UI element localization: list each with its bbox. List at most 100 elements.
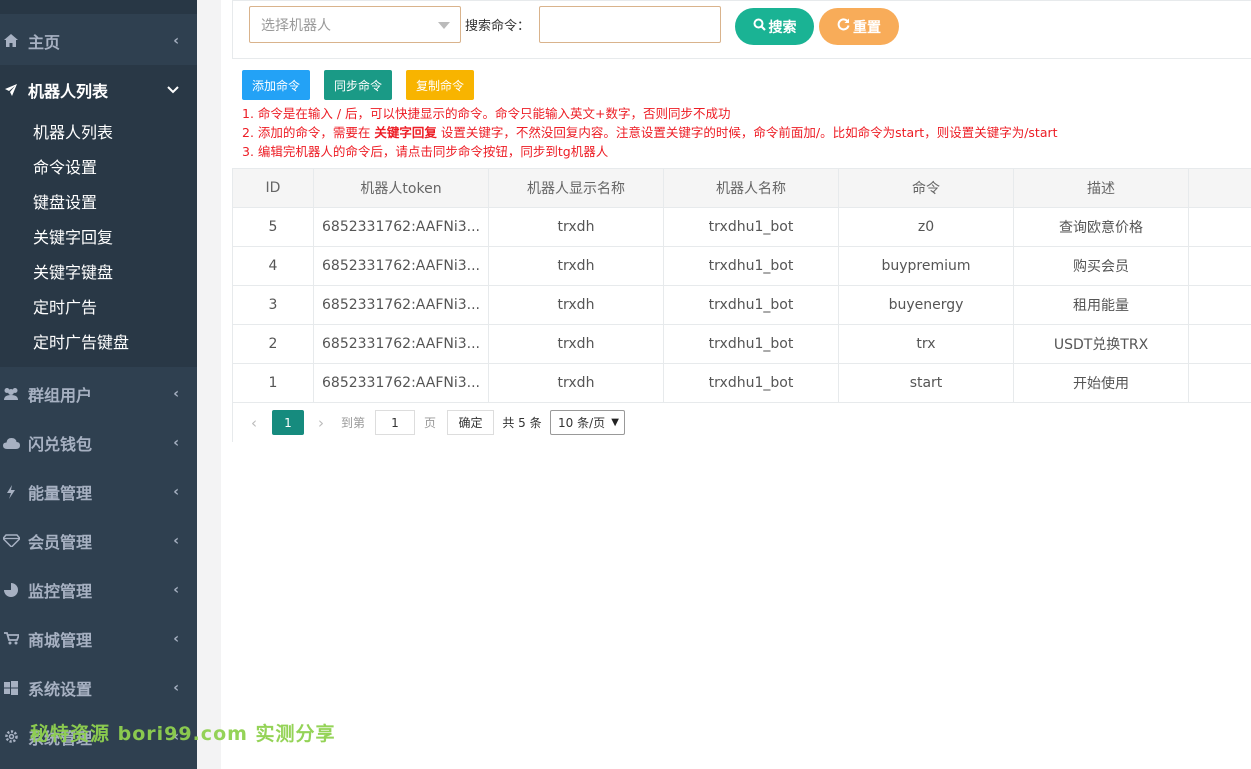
users-icon	[2, 387, 20, 400]
caret-down-icon	[438, 22, 450, 29]
cell-id: 1	[232, 363, 314, 403]
cell-remark	[1188, 363, 1251, 403]
sidebar-item-members[interactable]: 会员管理 ‹	[0, 516, 197, 565]
current-page-button[interactable]: 1	[272, 410, 304, 435]
cell-command: buypremium	[838, 246, 1014, 286]
sidebar-item-energy[interactable]: 能量管理 ‹	[0, 467, 197, 516]
confirm-page-button[interactable]: 确定	[447, 410, 494, 435]
sidebar-item-flash-wallet[interactable]: 闪兑钱包 ‹	[0, 418, 197, 467]
command-table: ID 机器人token 机器人显示名称 机器人名称 命令 描述 备 5 6852…	[232, 168, 1251, 403]
page-label: 页	[423, 416, 436, 430]
submenu-item-command-settings[interactable]: 命令设置	[33, 148, 97, 183]
column-header-token[interactable]: 机器人token	[313, 168, 489, 208]
reset-button[interactable]: 重置	[819, 8, 899, 45]
submenu-item-keyboard-settings[interactable]: 键盘设置	[33, 183, 97, 218]
sidebar-item-home[interactable]: 主页 ‹	[0, 16, 197, 65]
command-table-wrapper: ID 机器人token 机器人显示名称 机器人名称 命令 描述 备 5 6852…	[232, 168, 1251, 403]
sidebar-item-monitor[interactable]: 监控管理 ‹	[0, 565, 197, 614]
robot-select[interactable]: 选择机器人	[249, 6, 461, 43]
sidebar-submenu: 机器人列表 命令设置 键盘设置 关键字回复 关键字键盘 定时广告 定时广告键盘	[0, 113, 197, 367]
sidebar-item-robot-list[interactable]: 机器人列表	[0, 65, 197, 114]
sidebar: 主页 ‹ 机器人列表 机器人列表 命令设置 键盘设置 关键字回复 关键字键盘 定…	[0, 0, 197, 769]
table-row[interactable]: 2 6852331762:AAFNi3... trxdh trxdhu1_bot…	[232, 324, 1251, 364]
chevron-left-icon: ‹	[173, 679, 179, 696]
search-button[interactable]: 搜索	[735, 8, 814, 45]
column-header-display-name[interactable]: 机器人显示名称	[488, 168, 664, 208]
copy-command-button[interactable]: 复制命令	[406, 70, 474, 100]
cell-description: 购买会员	[1013, 246, 1189, 286]
cell-command: buyenergy	[838, 285, 1014, 325]
column-header-command[interactable]: 命令	[838, 168, 1014, 208]
search-button-label: 搜索	[768, 19, 797, 36]
chevron-left-icon: ‹	[173, 532, 179, 549]
cell-token: 6852331762:AAFNi3...	[313, 246, 489, 286]
next-page-icon[interactable]: ›	[314, 410, 328, 435]
cell-id: 2	[232, 324, 314, 364]
bolt-icon	[2, 484, 20, 499]
prev-page-icon[interactable]: ‹	[247, 410, 261, 435]
column-header-robot-name[interactable]: 机器人名称	[663, 168, 839, 208]
cell-command: z0	[838, 207, 1014, 247]
note-line-2-post: 设置关键字，不然没回复内容。注意设置关键字的时候，命令前面加/。比如命令为sta…	[436, 125, 1058, 140]
note-line-2: 2. 添加的命令，需要在 关键字回复 设置关键字，不然没回复内容。注意设置关键字…	[242, 122, 1058, 141]
table-row[interactable]: 3 6852331762:AAFNi3... trxdh trxdhu1_bot…	[232, 285, 1251, 325]
cell-display-name: trxdh	[488, 246, 664, 286]
cell-id: 4	[232, 246, 314, 286]
column-header-id[interactable]: ID	[232, 168, 314, 208]
submenu-item-keyword-reply[interactable]: 关键字回复	[33, 218, 113, 253]
cell-remark	[1188, 207, 1251, 247]
cell-command: start	[838, 363, 1014, 403]
sidebar-item-label: 能量管理	[28, 483, 93, 503]
sidebar-item-system-settings[interactable]: 系统设置 ‹	[0, 663, 197, 712]
column-header-remark[interactable]: 备	[1188, 168, 1251, 208]
column-header-description[interactable]: 描述	[1013, 168, 1189, 208]
search-command-input[interactable]	[539, 6, 721, 43]
cell-display-name: trxdh	[488, 207, 664, 247]
add-command-button[interactable]: 添加命令	[242, 70, 310, 100]
chevron-down-icon: ▼	[611, 417, 619, 428]
pie-chart-icon	[2, 582, 20, 597]
table-row[interactable]: 1 6852331762:AAFNi3... trxdh trxdhu1_bot…	[232, 363, 1251, 403]
submenu-item-scheduled-ads-keyboard[interactable]: 定时广告键盘	[33, 323, 129, 358]
chevron-left-icon: ‹	[173, 630, 179, 647]
sidebar-item-shop[interactable]: 商城管理 ‹	[0, 614, 197, 663]
sidebar-item-label: 机器人列表	[28, 81, 109, 101]
table-row[interactable]: 5 6852331762:AAFNi3... trxdh trxdhu1_bot…	[232, 207, 1251, 247]
chevron-left-icon: ‹	[173, 32, 179, 49]
robot-select-placeholder: 选择机器人	[261, 17, 331, 34]
cell-display-name: trxdh	[488, 285, 664, 325]
goto-label: 到第	[340, 416, 365, 430]
cell-robot-name: trxdhu1_bot	[663, 207, 839, 247]
goto-page-input[interactable]: 1	[375, 410, 415, 435]
cell-robot-name: trxdhu1_bot	[663, 363, 839, 403]
sidebar-item-group-users[interactable]: 群组用户 ‹	[0, 369, 197, 418]
cell-robot-name: trxdhu1_bot	[663, 285, 839, 325]
chevron-left-icon: ‹	[173, 385, 179, 402]
cell-token: 6852331762:AAFNi3...	[313, 363, 489, 403]
cart-icon	[2, 632, 20, 645]
submenu-item-robot-list[interactable]: 机器人列表	[33, 113, 113, 148]
submenu-item-scheduled-ads[interactable]: 定时广告	[33, 288, 97, 323]
sidebar-item-label: 监控管理	[28, 581, 93, 601]
page-size-select[interactable]: 10 条/页 ▼	[550, 410, 625, 435]
cell-robot-name: trxdhu1_bot	[663, 246, 839, 286]
page-size-value: 10 条/页	[558, 416, 606, 430]
note-line-1: 1. 命令是在输入 / 后，可以快捷显示的命令。命令只能输入英文+数字，否则同步…	[242, 106, 731, 121]
home-icon	[2, 34, 20, 47]
search-command-label: 搜索命令：	[465, 19, 531, 34]
sidebar-item-label: 系统设置	[28, 679, 93, 699]
cell-display-name: trxdh	[488, 324, 664, 364]
sidebar-item-label: 主页	[28, 32, 61, 52]
cell-remark	[1188, 285, 1251, 325]
table-header-row: ID 机器人token 机器人显示名称 机器人名称 命令 描述 备	[232, 168, 1251, 208]
plane-icon	[2, 83, 20, 97]
main-content: 选择机器人 搜索命令： 搜索 重置 添加命令 同步命令 复制命令 1. 命令是在…	[221, 0, 1251, 769]
table-row[interactable]: 4 6852331762:AAFNi3... trxdh trxdhu1_bot…	[232, 246, 1251, 286]
chevron-left-icon: ‹	[173, 483, 179, 500]
reset-button-label: 重置	[853, 19, 881, 36]
sync-command-button[interactable]: 同步命令	[324, 70, 392, 100]
filter-bar: 选择机器人 搜索命令： 搜索 重置	[232, 0, 1251, 59]
submenu-item-keyword-keyboard[interactable]: 关键字键盘	[33, 253, 113, 288]
cell-remark	[1188, 324, 1251, 364]
cell-id: 3	[232, 285, 314, 325]
